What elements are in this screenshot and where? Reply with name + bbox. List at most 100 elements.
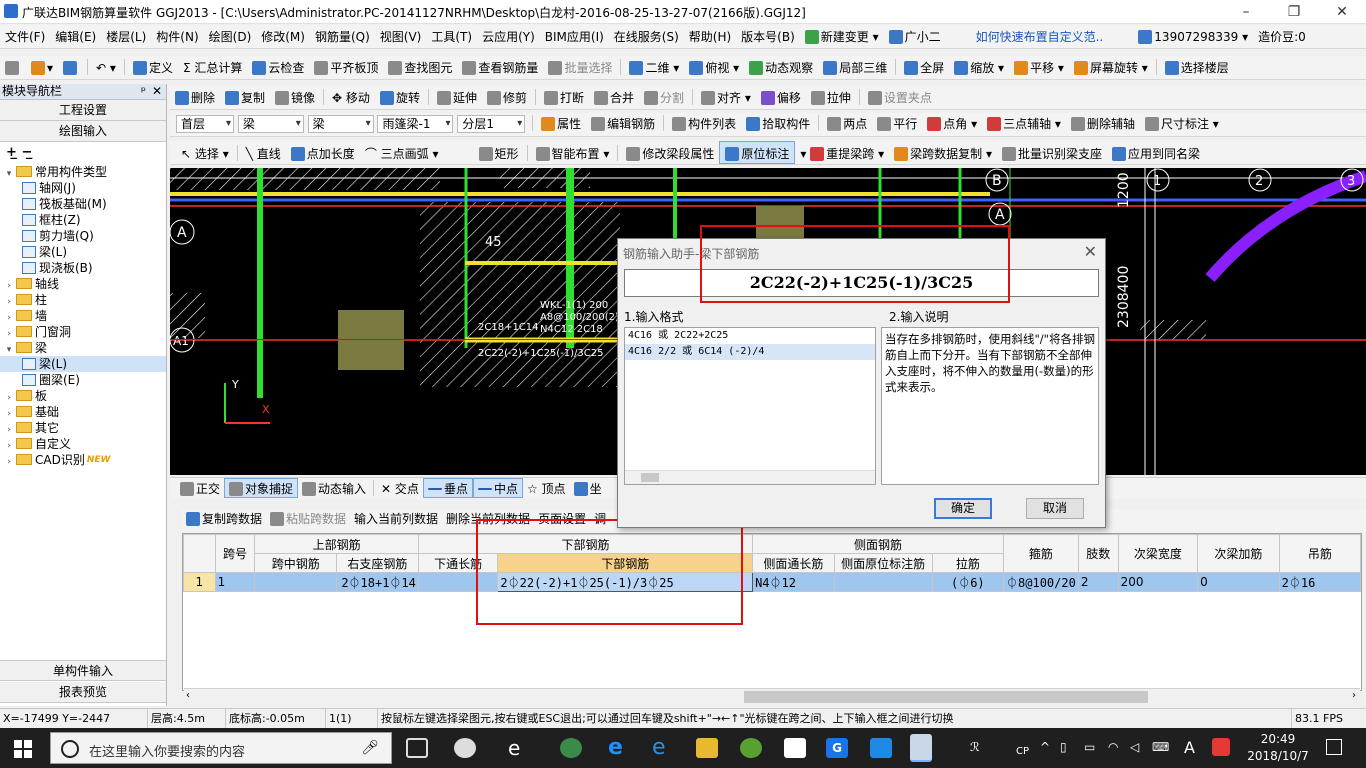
- component-select[interactable]: 雨篷梁-1: [377, 115, 454, 133]
- rotate-button[interactable]: 旋转: [375, 86, 425, 109]
- cell-stirrup[interactable]: ⏀8@100/20: [1003, 572, 1079, 592]
- define-button[interactable]: 定义: [128, 56, 178, 79]
- smart-layout-button[interactable]: 智能布置 ▾: [531, 142, 615, 164]
- ok-button[interactable]: 确定: [934, 498, 992, 519]
- glodon-g-icon[interactable]: G: [826, 738, 848, 758]
- wifi-icon[interactable]: ◠: [1108, 740, 1118, 754]
- tray-icon-2[interactable]: ▭: [1084, 740, 1095, 754]
- menu-version[interactable]: 版本号(B): [736, 25, 800, 48]
- cell-span[interactable]: 1: [214, 572, 256, 592]
- tree-item[interactable]: ▾ 常用构件类型: [0, 164, 166, 180]
- component-list-button[interactable]: 构件列表: [667, 113, 741, 136]
- undo-button[interactable]: ↶ ▾: [91, 56, 121, 79]
- ggj-app-icon[interactable]: [910, 734, 932, 762]
- tree-item[interactable]: › CAD识别 NEW: [0, 452, 166, 468]
- cancel-button[interactable]: 取消: [1026, 498, 1084, 519]
- tree-item[interactable]: 框柱(Z): [0, 212, 166, 228]
- clock-date[interactable]: 2018/10/7: [1244, 749, 1312, 763]
- panel-close-icon[interactable]: ✕: [152, 84, 162, 99]
- tray-icon-1[interactable]: ▯: [1060, 740, 1067, 754]
- drawing-input-button[interactable]: 绘图输入: [0, 121, 166, 142]
- dimension-button[interactable]: 尺寸标注 ▾: [1140, 113, 1224, 136]
- screen-rotate-button[interactable]: 屏幕旋转 ▾: [1069, 56, 1153, 79]
- format-list[interactable]: 4C16 或 2C22+2C25 4C16 2/2 或 6C14 (-2)/4: [624, 327, 876, 485]
- close-button[interactable]: ✕: [1322, 2, 1362, 22]
- restore-button[interactable]: ❐: [1274, 2, 1314, 22]
- new-file-button[interactable]: [0, 56, 26, 79]
- cell-side-in-situ[interactable]: [833, 572, 933, 592]
- cell-mid-span[interactable]: [254, 572, 337, 592]
- cell-tie[interactable]: (⏀6): [931, 572, 1005, 592]
- vertex-snap[interactable]: ☆ 顶点: [523, 479, 570, 499]
- clock-time[interactable]: 20:49: [1250, 732, 1306, 746]
- pan-button[interactable]: 平移 ▾: [1009, 56, 1069, 79]
- taskbar-search[interactable]: 在这里输入你要搜索的内容 🎤︎: [50, 732, 392, 764]
- app-blue-icon[interactable]: [870, 738, 892, 758]
- flush-slab-top-button[interactable]: 平齐板顶: [309, 56, 383, 79]
- copy-button[interactable]: 复制: [220, 86, 270, 109]
- tree-item[interactable]: › 柱: [0, 292, 166, 308]
- find-element-button[interactable]: 查找图元: [383, 56, 457, 79]
- select-floor-button[interactable]: 选择楼层: [1160, 56, 1234, 79]
- menu-view[interactable]: 视图(V): [375, 25, 427, 48]
- trim-button[interactable]: 修剪: [482, 86, 532, 109]
- paste-span-data-button[interactable]: 粘贴跨数据: [266, 509, 350, 530]
- intersection-snap[interactable]: ✕ 交点: [377, 479, 423, 499]
- task-view-icon[interactable]: [406, 738, 428, 758]
- view-2d-button[interactable]: 二维 ▾: [624, 56, 684, 79]
- layer-select[interactable]: 分层1: [457, 115, 526, 133]
- cell-side-through[interactable]: N4⏀12: [752, 572, 835, 592]
- delete-button[interactable]: 删除: [170, 86, 220, 109]
- zoom-button[interactable]: 缩放 ▾: [949, 56, 1009, 79]
- new-change-button[interactable]: 新建变更 ▾: [800, 25, 884, 48]
- top-view-button[interactable]: 俯视 ▾: [684, 56, 744, 79]
- dynamic-view-button[interactable]: 动态观察: [744, 56, 818, 79]
- tree-item[interactable]: › 其它: [0, 420, 166, 436]
- apply-same-name-button[interactable]: 应用到同名梁: [1107, 142, 1205, 164]
- expand-all-icon[interactable]: +̲: [6, 145, 17, 160]
- ime-indicator[interactable]: A: [1184, 738, 1195, 757]
- object-snap-toggle[interactable]: 对象捕捉: [224, 478, 299, 498]
- minimize-button[interactable]: –: [1226, 2, 1266, 22]
- coordinate-snap[interactable]: 坐: [570, 479, 606, 499]
- collapse-all-icon[interactable]: −̲: [21, 145, 32, 160]
- line-button[interactable]: ╲ 直线: [241, 142, 286, 164]
- fan-app-icon[interactable]: [454, 738, 476, 758]
- scroll-right-icon[interactable]: ›: [1352, 690, 1356, 701]
- volume-icon[interactable]: ◁: [1130, 740, 1139, 754]
- tree-item[interactable]: 梁(L): [0, 356, 166, 372]
- tree-item[interactable]: ▾ 梁: [0, 340, 166, 356]
- menu-file[interactable]: 文件(F): [0, 25, 50, 48]
- tree-expand-collapse[interactable]: +̲ −̲: [0, 142, 166, 164]
- split-button[interactable]: 分割: [639, 86, 689, 109]
- guang-xiao-er-button[interactable]: 广小二: [884, 25, 946, 48]
- menu-component[interactable]: 构件(N): [151, 25, 203, 48]
- open-file-button[interactable]: ▾: [26, 56, 58, 79]
- span-data-copy-button[interactable]: 梁跨数据复制 ▾: [889, 142, 997, 164]
- app-green-icon[interactable]: [740, 738, 762, 758]
- extend-button[interactable]: 延伸: [432, 86, 482, 109]
- save-button[interactable]: [58, 56, 84, 79]
- menu-modify[interactable]: 修改(M): [256, 25, 310, 48]
- batch-select-button[interactable]: 批量选择: [543, 56, 617, 79]
- tree-item[interactable]: 筏板基础(M): [0, 196, 166, 212]
- browser-360-icon[interactable]: [560, 738, 582, 758]
- three-point-axis-button[interactable]: 三点辅轴 ▾: [982, 113, 1066, 136]
- menu-cloud[interactable]: 云应用(Y): [477, 25, 540, 48]
- modify-span-props-button[interactable]: 修改梁段属性: [621, 142, 719, 164]
- notification-icon[interactable]: [1326, 739, 1342, 755]
- menu-bim[interactable]: BIM应用(I): [540, 25, 609, 48]
- tree-item[interactable]: › 门窗洞: [0, 324, 166, 340]
- format-item[interactable]: 4C16 或 2C22+2C25: [625, 328, 875, 344]
- tree-item[interactable]: 圈梁(E): [0, 372, 166, 388]
- tree-item[interactable]: › 轴线: [0, 276, 166, 292]
- scrollbar-thumb[interactable]: [641, 473, 659, 482]
- microphone-icon[interactable]: 🎤︎: [361, 740, 379, 756]
- cell-legs[interactable]: 2: [1077, 572, 1119, 592]
- floor-select[interactable]: 首层: [176, 115, 234, 133]
- menu-floor[interactable]: 楼层(L): [101, 25, 151, 48]
- format-item[interactable]: 4C16 2/2 或 6C14 (-2)/4: [625, 344, 875, 360]
- edit-rebar-button[interactable]: 编辑钢筋: [586, 113, 660, 136]
- summary-calc-button[interactable]: Σ 汇总计算: [178, 56, 247, 79]
- help-link[interactable]: 如何快速布置自定义范..: [946, 25, 1109, 48]
